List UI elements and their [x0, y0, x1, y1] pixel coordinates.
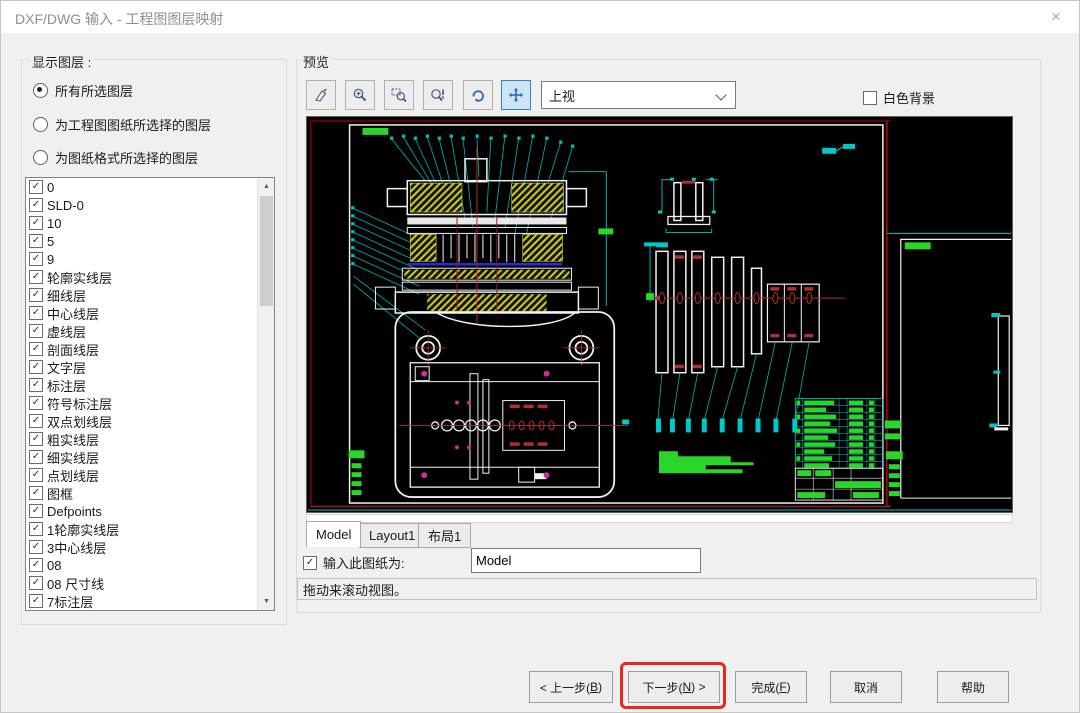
- layer-checkbox[interactable]: ✓: [29, 270, 43, 284]
- zoom-to-fit-button[interactable]: [423, 80, 453, 110]
- layer-list[interactable]: ✓0 ✓SLD-0 ✓10 ✓5 ✓9 ✓轮廓实线层 ✓细线层 ✓中心线层 ✓虚…: [25, 177, 275, 611]
- layer-item[interactable]: ✓符号标注层: [26, 394, 274, 412]
- cad-drawing: [307, 117, 1012, 512]
- tab-model[interactable]: Model: [306, 521, 361, 547]
- zoom-to-area-button[interactable]: [384, 80, 414, 110]
- radio-dot: [33, 83, 48, 98]
- cancel-button[interactable]: 取消: [830, 671, 902, 703]
- zoom-in-button[interactable]: [345, 80, 375, 110]
- rotate-view-icon: [470, 87, 486, 103]
- next-button-highlight: [620, 662, 726, 709]
- radio-drawing-sheet-layers[interactable]: 为工程图图纸所选择的图层: [33, 115, 211, 134]
- layer-checkbox[interactable]: ✓: [29, 450, 43, 464]
- layer-checkbox[interactable]: ✓: [29, 486, 43, 500]
- layer-item[interactable]: ✓5: [26, 232, 274, 250]
- layer-item[interactable]: ✓08: [26, 556, 274, 574]
- zoom-fit-icon: [430, 87, 446, 103]
- zoom-in-icon: [352, 87, 368, 103]
- layer-item[interactable]: ✓轮廓实线层: [26, 268, 274, 286]
- layer-item[interactable]: ✓粗实线层: [26, 430, 274, 448]
- layer-item[interactable]: ✓双点划线层: [26, 412, 274, 430]
- view-orientation-select[interactable]: 上视: [541, 81, 736, 109]
- help-button[interactable]: 帮助: [937, 671, 1009, 703]
- layer-checkbox[interactable]: ✓: [29, 288, 43, 302]
- layer-checkbox[interactable]: ✓: [29, 414, 43, 428]
- preview-label: 预览: [300, 52, 332, 71]
- zoom-area-icon: [391, 87, 407, 103]
- preview-horizontal-scrollbar[interactable]: [306, 514, 1013, 523]
- dialog-title: DXF/DWG 输入 - 工程图图层映射: [15, 9, 223, 29]
- layer-checkbox[interactable]: ✓: [29, 540, 43, 554]
- back-button[interactable]: < 上一步(B): [529, 671, 613, 703]
- layer-item[interactable]: ✓9: [26, 250, 274, 268]
- pan-button[interactable]: [501, 80, 531, 110]
- layer-item[interactable]: ✓细线层: [26, 286, 274, 304]
- layer-checkbox[interactable]: ✓: [29, 558, 43, 572]
- layer-item[interactable]: ✓细实线层: [26, 448, 274, 466]
- tab-layout1[interactable]: Layout1: [359, 523, 425, 548]
- layer-item[interactable]: ✓标注层: [26, 376, 274, 394]
- import-sheet-checkbox[interactable]: ✓ 输入此图纸为:: [303, 553, 405, 572]
- select-button[interactable]: [306, 80, 336, 110]
- layer-item[interactable]: ✓虚线层: [26, 322, 274, 340]
- title-bar: DXF/DWG 输入 - 工程图图层映射 ×: [1, 1, 1079, 33]
- close-icon[interactable]: ×: [1041, 5, 1071, 29]
- chevron-down-icon: [715, 89, 726, 100]
- pan-icon: [508, 87, 524, 103]
- layer-checkbox[interactable]: ✓: [29, 180, 43, 194]
- layer-item[interactable]: ✓0: [26, 178, 274, 196]
- checkbox-box[interactable]: ✓: [303, 556, 317, 570]
- status-bar: 拖动来滚动视图。: [297, 578, 1037, 600]
- radio-all-selected-layers[interactable]: 所有所选图层: [33, 81, 133, 100]
- radio-sheet-format-layers[interactable]: 为图纸格式所选择的图层: [33, 148, 198, 167]
- radio-dot: [33, 150, 48, 165]
- dxf-dwg-import-dialog: DXF/DWG 输入 - 工程图图层映射 × 显示图层 : 所有所选图层 为工程…: [0, 0, 1080, 713]
- layer-checkbox[interactable]: ✓: [29, 576, 43, 590]
- layer-item[interactable]: ✓1轮廓实线层: [26, 520, 274, 538]
- layer-checkbox[interactable]: ✓: [29, 342, 43, 356]
- white-background-checkbox[interactable]: 白色背景: [863, 88, 935, 107]
- sheet-name-input[interactable]: [471, 548, 701, 573]
- layer-item[interactable]: ✓剖面线层: [26, 340, 274, 358]
- layer-checkbox[interactable]: ✓: [29, 324, 43, 338]
- scroll-down-icon[interactable]: ▼: [258, 593, 275, 610]
- layer-checkbox[interactable]: ✓: [29, 468, 43, 482]
- layer-checkbox[interactable]: ✓: [29, 306, 43, 320]
- layer-checkbox[interactable]: ✓: [29, 234, 43, 248]
- scroll-up-icon[interactable]: ▲: [258, 178, 275, 195]
- layer-checkbox[interactable]: ✓: [29, 504, 43, 518]
- preview-canvas[interactable]: [306, 116, 1013, 513]
- checkbox-box[interactable]: [863, 91, 877, 105]
- scrollbar-thumb[interactable]: [260, 196, 273, 306]
- layer-item[interactable]: ✓SLD-0: [26, 196, 274, 214]
- layer-checkbox[interactable]: ✓: [29, 432, 43, 446]
- layer-item[interactable]: ✓3中心线层: [26, 538, 274, 556]
- layer-checkbox[interactable]: ✓: [29, 198, 43, 212]
- layer-checkbox[interactable]: ✓: [29, 396, 43, 410]
- layer-item[interactable]: ✓图框: [26, 484, 274, 502]
- rotate-view-button[interactable]: [463, 80, 493, 110]
- layer-item[interactable]: ✓08 尺寸线: [26, 574, 274, 592]
- layer-item[interactable]: ✓点划线层: [26, 466, 274, 484]
- layer-checkbox[interactable]: ✓: [29, 216, 43, 230]
- list-scrollbar[interactable]: ▲ ▼: [257, 178, 274, 610]
- layer-checkbox[interactable]: ✓: [29, 378, 43, 392]
- show-layers-label: 显示图层 :: [29, 52, 94, 71]
- layer-checkbox[interactable]: ✓: [29, 594, 43, 608]
- select-icon: [313, 87, 329, 103]
- finish-button[interactable]: 完成(F): [735, 671, 807, 703]
- layer-item[interactable]: ✓中心线层: [26, 304, 274, 322]
- tab-layout-cn[interactable]: 布局1: [418, 523, 471, 548]
- layer-checkbox[interactable]: ✓: [29, 360, 43, 374]
- layer-item[interactable]: ✓10: [26, 214, 274, 232]
- layer-checkbox[interactable]: ✓: [29, 252, 43, 266]
- radio-dot: [33, 117, 48, 132]
- layer-item[interactable]: ✓文字层: [26, 358, 274, 376]
- layer-item[interactable]: ✓7标注层: [26, 592, 274, 610]
- layer-item[interactable]: ✓Defpoints: [26, 502, 274, 520]
- layer-checkbox[interactable]: ✓: [29, 522, 43, 536]
